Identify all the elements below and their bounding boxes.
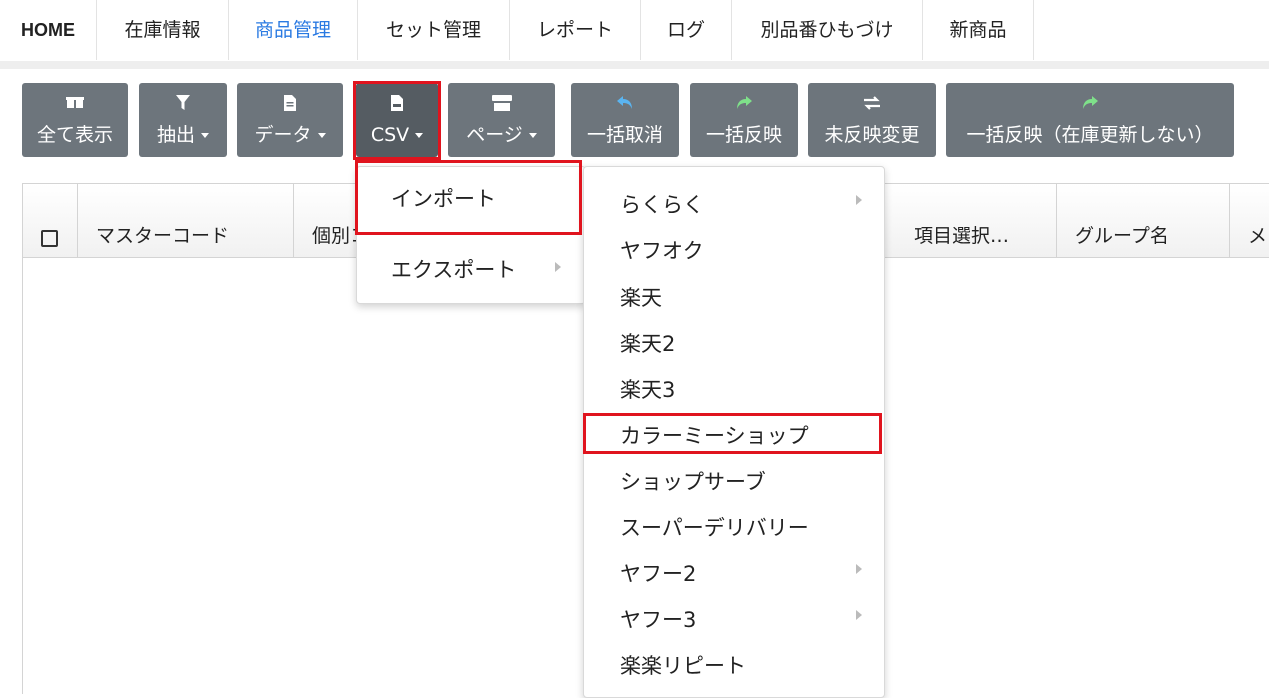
exchange-icon: [808, 93, 936, 113]
filter-icon: [139, 93, 227, 113]
tab-log[interactable]: ログ: [641, 0, 732, 60]
select-all-checkbox[interactable]: [41, 230, 58, 247]
tab-new-product[interactable]: 新商品: [923, 0, 1034, 60]
show-all-label: 全て表示: [36, 124, 113, 146]
header-truncated[interactable]: メ: [1230, 184, 1269, 257]
bulk-apply-no-stock-label: 一括反映（在庫更新しない）: [966, 124, 1214, 146]
page-button[interactable]: ページ: [448, 83, 555, 157]
top-nav: HOME 在庫情報 商品管理 セット管理 レポート ログ 別品番ひもづけ 新商品: [0, 0, 1269, 62]
tab-home[interactable]: HOME: [0, 0, 97, 60]
caret-down-icon: [201, 133, 209, 138]
tab-product-management[interactable]: 商品管理: [229, 0, 358, 60]
csv-file-icon: [356, 93, 438, 113]
tab-report[interactable]: レポート: [510, 0, 641, 60]
menu-item-rakuraku-repeat[interactable]: 楽楽リピート: [584, 642, 884, 688]
data-label: データ: [254, 124, 312, 146]
unapplied-changes-button[interactable]: 未反映変更: [808, 83, 936, 157]
tab-alt-part-link[interactable]: 別品番ひもづけ: [732, 0, 923, 60]
menu-item-yahoo2[interactable]: ヤフー2: [584, 550, 884, 596]
store-icon: [448, 93, 555, 113]
file-icon: [237, 93, 343, 113]
submenu-arrow-icon: [856, 195, 862, 205]
extract-label: 抽出: [156, 124, 195, 146]
header-group-name[interactable]: グループ名: [1057, 184, 1230, 257]
submenu-arrow-icon: [555, 262, 561, 272]
menu-item-rakuten3[interactable]: 楽天3: [584, 366, 884, 412]
sub-bar: [0, 61, 1269, 69]
bulk-apply-label: 一括反映: [705, 124, 782, 146]
menu-item-yahoo3[interactable]: ヤフー3: [584, 596, 884, 642]
redo-arrow-icon: [690, 93, 798, 113]
csv-label: CSV: [370, 124, 410, 146]
tab-stock-info[interactable]: 在庫情報: [97, 0, 229, 60]
submenu-arrow-icon: [856, 610, 862, 620]
header-item-select[interactable]: 項目選択…: [896, 184, 1057, 257]
bulk-cancel-button[interactable]: 一括取消: [571, 83, 679, 157]
menu-item-import[interactable]: インポート: [357, 175, 585, 221]
menu-item-super-delivery[interactable]: スーパーデリバリー: [584, 504, 884, 550]
caret-down-icon: [528, 133, 537, 138]
caret-down-icon: [317, 133, 326, 138]
menu-item-shopserve[interactable]: ショップサーブ: [584, 458, 884, 504]
redo-arrow-icon: [946, 93, 1234, 113]
boxes-icon: [22, 93, 128, 113]
data-button[interactable]: データ: [237, 83, 343, 157]
caret-down-icon: [415, 133, 424, 138]
csv-dropdown-menu: インポート エクスポート: [356, 166, 586, 304]
header-master-code[interactable]: マスターコード: [78, 184, 294, 257]
undo-arrow-icon: [571, 93, 679, 113]
submenu-arrow-icon: [856, 564, 862, 574]
bulk-apply-no-stock-button[interactable]: 一括反映（在庫更新しない）: [946, 83, 1234, 157]
bulk-apply-button[interactable]: 一括反映: [690, 83, 798, 157]
import-submenu: らくらく ヤフオク 楽天 楽天2 楽天3 カラーミーショップ ショップサーブ ス…: [583, 166, 885, 698]
menu-item-rakuten2[interactable]: 楽天2: [584, 320, 884, 366]
menu-item-colorme-shop[interactable]: カラーミーショップ: [584, 412, 884, 458]
show-all-button[interactable]: 全て表示: [22, 83, 128, 157]
bulk-cancel-label: 一括取消: [586, 124, 663, 146]
menu-item-rakuten[interactable]: 楽天: [584, 274, 884, 320]
menu-item-rakuraku[interactable]: らくらく: [584, 181, 884, 227]
page-label: ページ: [466, 124, 523, 146]
header-select-all[interactable]: [23, 184, 78, 257]
menu-item-export[interactable]: エクスポート: [357, 246, 585, 292]
menu-item-yahuoku[interactable]: ヤフオク: [584, 227, 884, 273]
extract-button[interactable]: 抽出: [139, 83, 227, 157]
tab-set-management[interactable]: セット管理: [358, 0, 510, 60]
csv-button[interactable]: CSV: [356, 83, 438, 157]
unapplied-changes-label: 未反映変更: [824, 124, 920, 146]
